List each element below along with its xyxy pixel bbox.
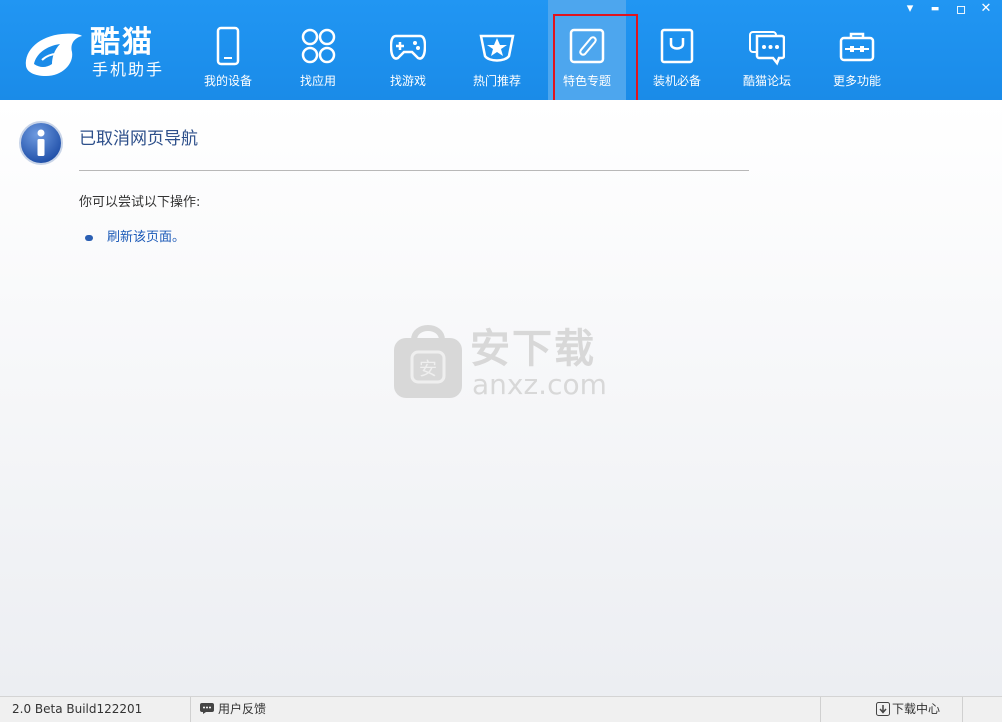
version-label: 2.0 Beta Build122201 — [12, 702, 143, 716]
nav-essentials[interactable]: 装机必备 — [638, 0, 716, 100]
nav-label: 更多功能 — [832, 74, 881, 88]
shopping-bag-icon — [660, 28, 694, 64]
app-logo: 酷猫 手机助手 — [22, 24, 162, 84]
chat-bubbles-icon — [749, 31, 785, 66]
phone-icon — [216, 26, 240, 66]
toolbox-icon — [839, 32, 875, 62]
nav-find-games[interactable]: 找游戏 — [369, 0, 447, 100]
feedback-label: 用户反馈 — [218, 702, 267, 716]
status-separator — [820, 697, 821, 722]
nav-label: 找应用 — [299, 74, 336, 88]
bullet-icon — [85, 235, 93, 241]
status-separator — [190, 697, 191, 722]
nav-label: 酷猫论坛 — [742, 74, 791, 88]
watermark-text-en: anxz.com — [472, 368, 607, 401]
divider — [79, 170, 749, 171]
nav-label: 装机必备 — [652, 74, 701, 88]
minimize-button[interactable]: ▬ — [924, 0, 946, 18]
nav-find-apps[interactable]: 找应用 — [279, 0, 357, 100]
nav-label: 找游戏 — [389, 74, 426, 88]
close-button[interactable]: ✕ — [975, 0, 997, 18]
nav-label: 热门推荐 — [472, 74, 521, 88]
maximize-button[interactable]: ▫ — [950, 0, 972, 18]
info-icon — [19, 121, 63, 165]
top-toolbar: 酷猫 手机助手 我的设备 找应用 找游戏 热门推荐 特色专题 装机必备 酷猫论坛… — [0, 0, 1002, 100]
brand-name: 酷猫 — [90, 25, 154, 60]
cat-logo-icon — [25, 33, 83, 76]
status-separator — [962, 697, 963, 722]
error-title: 已取消网页导航 — [79, 129, 198, 149]
nav-label: 我的设备 — [203, 74, 252, 88]
nav-more-features[interactable]: 更多功能 — [818, 0, 896, 100]
apps-grid-icon — [301, 28, 336, 64]
nav-forum[interactable]: 酷猫论坛 — [728, 0, 806, 100]
download-center-label: 下载中心 — [892, 702, 941, 716]
watermark-badge-text: 安 — [419, 359, 437, 380]
status-bar: 2.0 Beta Build122201 用户反馈 下载中心 — [0, 696, 1002, 722]
nav-hot-picks[interactable]: 热门推荐 — [458, 0, 536, 100]
star-badge-icon — [479, 34, 515, 62]
content-area: 已取消网页导航 你可以尝试以下操作: 刷新该页面。 安 安下载 anxz.com — [0, 100, 1002, 696]
brand-subtitle: 手机助手 — [92, 60, 165, 79]
gamepad-icon — [390, 34, 426, 60]
menu-dropdown-button[interactable]: ▾ — [899, 0, 921, 18]
download-icon — [876, 702, 890, 716]
suggestion-text: 你可以尝试以下操作: — [79, 195, 201, 210]
nav-my-device[interactable]: 我的设备 — [189, 0, 267, 100]
watermark-bag-icon: 安 — [394, 325, 462, 398]
watermark-text-cn: 安下载 — [470, 326, 596, 372]
refresh-page-link[interactable]: 刷新该页面。 — [107, 229, 185, 247]
chat-icon — [200, 703, 214, 714]
